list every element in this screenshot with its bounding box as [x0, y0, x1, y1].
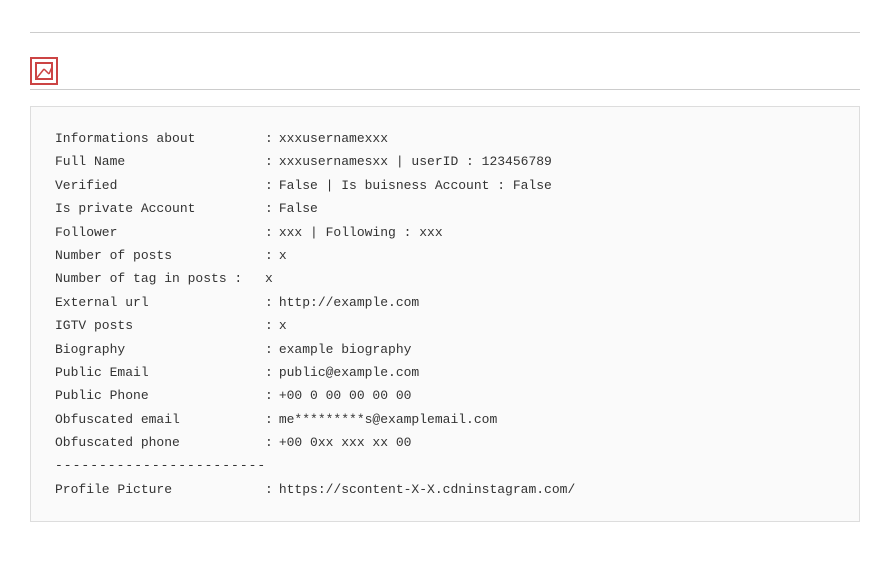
- output-label: Is private Account: [55, 197, 265, 220]
- output-colon: :: [265, 244, 273, 267]
- output-value: xxx | Following : xxx: [279, 221, 443, 244]
- output-row: Public Email: public@example.com: [55, 361, 835, 384]
- output-row: Biography: example biography: [55, 338, 835, 361]
- output-value: False | Is buisness Account : False: [279, 174, 552, 197]
- example-section-header: [30, 57, 860, 85]
- top-divider: [30, 32, 860, 33]
- output-colon: :: [265, 384, 273, 407]
- output-value: xxxusernamexxx: [279, 127, 388, 150]
- output-row: Verified: False | Is buisness Account : …: [55, 174, 835, 197]
- output-row: Follower: xxx | Following : xxx: [55, 221, 835, 244]
- output-label: Profile Picture: [55, 478, 265, 501]
- output-label: Public Email: [55, 361, 265, 384]
- output-label: Follower: [55, 221, 265, 244]
- section-divider: [30, 89, 860, 90]
- output-colon: :: [265, 408, 273, 431]
- output-colon: :: [265, 314, 273, 337]
- output-label: Informations about: [55, 127, 265, 150]
- output-value: http://example.com: [279, 291, 419, 314]
- output-row: Public Phone: +00 0 00 00 00 00: [55, 384, 835, 407]
- output-row: External url: http://example.com: [55, 291, 835, 314]
- output-colon: :: [265, 431, 273, 454]
- output-label: External url: [55, 291, 265, 314]
- output-row: Number of tag in posts : x: [55, 267, 835, 290]
- output-row: Obfuscated email: me*********s@examplema…: [55, 408, 835, 431]
- output-label: Obfuscated email: [55, 408, 265, 431]
- output-label: IGTV posts: [55, 314, 265, 337]
- output-row: Informations about: xxxusernamexxx: [55, 127, 835, 150]
- output-row: Is private Account: False: [55, 197, 835, 220]
- output-value: me*********s@examplemail.com: [279, 408, 497, 431]
- output-value: xxxusernamesxx | userID : 123456789: [279, 150, 552, 173]
- output-row: IGTV posts: x: [55, 314, 835, 337]
- output-colon: :: [265, 361, 273, 384]
- output-label: Biography: [55, 338, 265, 361]
- output-label: Number of tag in posts :: [55, 267, 265, 290]
- output-colon: :: [265, 338, 273, 361]
- output-row: Full Name: xxxusernamesxx | userID : 123…: [55, 150, 835, 173]
- output-value: https://scontent-X-X.cdninstagram.com/: [279, 478, 575, 501]
- output-label: Verified: [55, 174, 265, 197]
- output-colon: :: [265, 478, 273, 501]
- output-row: Number of posts: x: [55, 244, 835, 267]
- output-value: example biography: [279, 338, 412, 361]
- output-value: +00 0 00 00 00 00: [279, 384, 412, 407]
- output-label: Public Phone: [55, 384, 265, 407]
- output-value: x: [265, 267, 273, 290]
- output-colon: :: [265, 174, 273, 197]
- output-colon: :: [265, 150, 273, 173]
- output-row: ------------------------: [55, 454, 835, 477]
- output-colon: :: [265, 197, 273, 220]
- output-value: public@example.com: [279, 361, 419, 384]
- output-colon: :: [265, 127, 273, 150]
- output-colon: :: [265, 221, 273, 244]
- output-value: False: [279, 197, 318, 220]
- output-colon: :: [265, 291, 273, 314]
- output-label: Full Name: [55, 150, 265, 173]
- output-label: Number of posts: [55, 244, 265, 267]
- output-value: x: [279, 314, 287, 337]
- example-icon: [30, 57, 58, 85]
- chart-icon: [35, 62, 53, 80]
- output-value: +00 0xx xxx xx 00: [279, 431, 412, 454]
- output-label: Obfuscated phone: [55, 431, 265, 454]
- output-value: x: [279, 244, 287, 267]
- output-row: Obfuscated phone: +00 0xx xxx xx 00: [55, 431, 835, 454]
- output-box: Informations about: xxxusernamexxxFull N…: [30, 106, 860, 522]
- output-row: Profile Picture: https://scontent-X-X.cd…: [55, 478, 835, 501]
